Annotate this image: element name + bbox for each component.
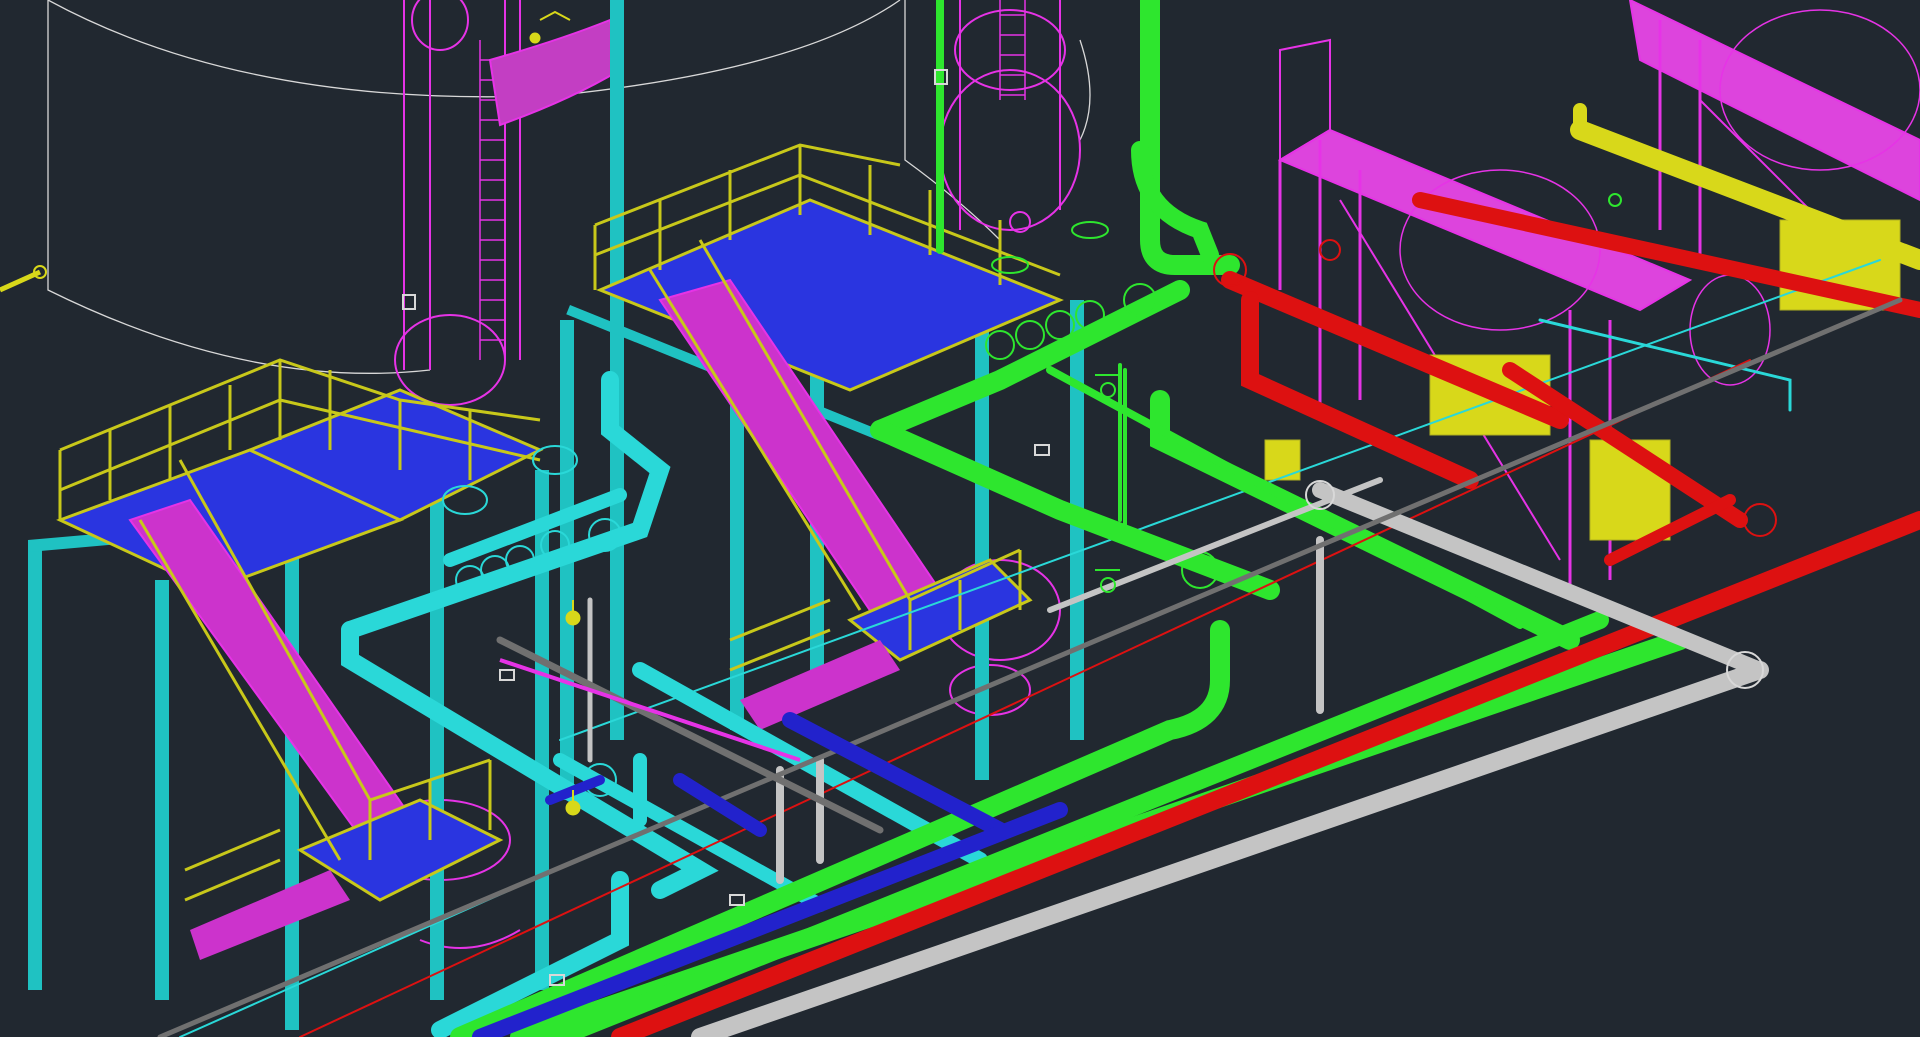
cad-model-viewport[interactable] — [0, 0, 1920, 1037]
